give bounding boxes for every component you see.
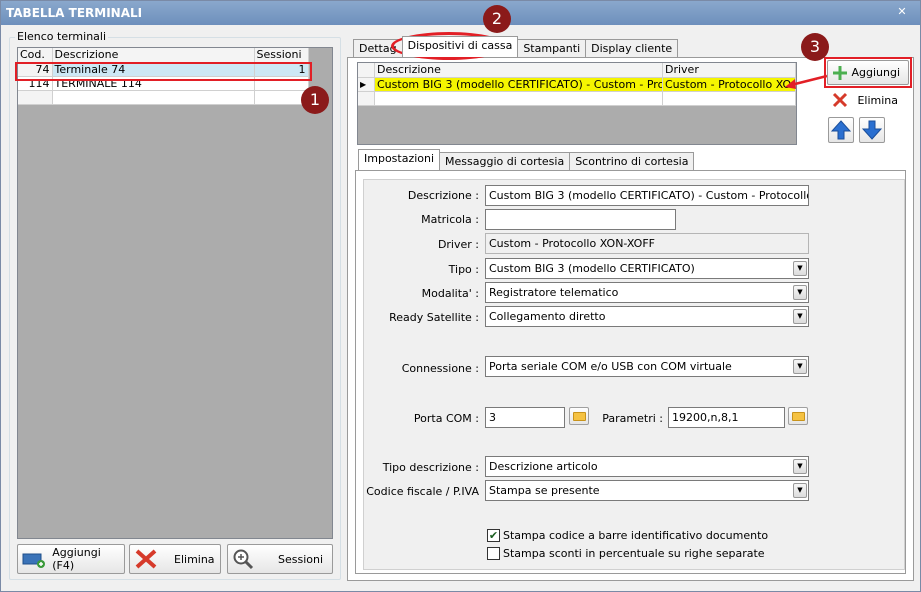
cell-empty[interactable] xyxy=(358,91,375,106)
delete-terminal-button[interactable]: Elimina xyxy=(129,544,221,574)
porta-com-label: Porta COM : xyxy=(413,412,479,425)
tab-impostazioni[interactable]: Impostazioni xyxy=(358,149,441,170)
add-terminal-button[interactable]: Aggiungi (F4) xyxy=(17,544,125,574)
devices-grid: Descrizione Driver ▶ Custom BIG 3 (model… xyxy=(357,62,797,145)
cell-driver[interactable]: Custom - Protocollo XO... xyxy=(662,77,796,92)
tipo-label: Tipo : xyxy=(448,263,479,276)
parametri-field[interactable]: 19200,n,8,1 xyxy=(668,407,785,428)
matricola-label: Matricola : xyxy=(421,213,479,226)
tipo-descrizione-select[interactable]: Descrizione articolo ▼ xyxy=(485,456,809,477)
sessions-label: Sessioni xyxy=(278,552,324,566)
cell-descrizione[interactable]: Custom BIG 3 (modello CERTIFICATO) - Cus… xyxy=(374,77,663,92)
dialog-window: TABELLA TERMINALI ✕ Elenco terminali Cod… xyxy=(0,0,921,592)
tipo-select[interactable]: Custom BIG 3 (modello CERTIFICATO) ▼ xyxy=(485,258,809,279)
ready-satellite-select[interactable]: Collegamento diretto ▼ xyxy=(485,306,809,327)
codice-fiscale-value: Stampa se presente xyxy=(489,484,600,497)
tipo-descrizione-label: Tipo descrizione : xyxy=(382,461,479,474)
terminals-grid: Cod. Descrizione Sessioni 74 Terminale 7… xyxy=(17,47,333,539)
descrizione-field[interactable]: Custom BIG 3 (modello CERTIFICATO) - Cus… xyxy=(485,185,809,206)
col-descrizione[interactable]: Descrizione xyxy=(52,48,255,63)
chevron-down-icon[interactable]: ▼ xyxy=(793,359,807,374)
title-bar: TABELLA TERMINALI ✕ xyxy=(1,1,920,25)
chevron-down-icon[interactable]: ▼ xyxy=(793,309,807,324)
cell-empty[interactable] xyxy=(254,90,309,105)
row-pointer-icon: ▶ xyxy=(358,77,375,92)
porta-com-field[interactable]: 3 xyxy=(485,407,565,428)
col-descrizione[interactable]: Descrizione xyxy=(374,63,663,78)
tipo-descrizione-value: Descrizione articolo xyxy=(489,460,598,473)
cell-empty[interactable] xyxy=(18,90,53,105)
chevron-down-icon[interactable]: ▼ xyxy=(793,483,807,498)
annotation-badge-2: 2 xyxy=(483,5,511,33)
checkbox-unchecked-icon[interactable] xyxy=(487,547,500,560)
modalita-value: Registratore telematico xyxy=(489,286,619,299)
window-title: TABELLA TERMINALI xyxy=(6,6,143,20)
delete-icon xyxy=(135,549,157,569)
cell-empty[interactable] xyxy=(662,91,796,106)
tab-dispositivi[interactable]: Dispositivi di cassa xyxy=(401,36,519,57)
ready-satellite-value: Collegamento diretto xyxy=(489,310,606,323)
arrow-up-icon xyxy=(831,120,851,140)
cell-empty[interactable] xyxy=(374,91,663,106)
col-sessioni[interactable]: Sessioni xyxy=(254,48,309,63)
terminals-group-label: Elenco terminali xyxy=(15,30,109,43)
col-cod[interactable]: Cod. xyxy=(18,48,53,63)
checkbox-checked-icon[interactable]: ✔ xyxy=(487,529,500,542)
tab-scontrino-cortesia[interactable]: Scontrino di cortesia xyxy=(569,152,695,170)
sconti-checkbox[interactable]: Stampa sconti in percentuale su righe se… xyxy=(487,547,765,560)
top-tabs: Dettag Dispositivi di cassa Stampanti Di… xyxy=(353,36,679,57)
delete-icon xyxy=(832,92,848,108)
annotation-badge-3: 3 xyxy=(801,33,829,61)
folder-icon[interactable] xyxy=(788,407,808,425)
table-row-new[interactable] xyxy=(18,90,309,105)
delete-device-button[interactable]: Elimina xyxy=(827,88,909,112)
annotation-rect-3 xyxy=(824,57,912,88)
barcode-checkbox[interactable]: ✔ Stampa codice a barre identificativo d… xyxy=(487,529,768,542)
add-terminal-label: Aggiungi (F4) xyxy=(52,546,101,572)
tipo-value: Custom BIG 3 (modello CERTIFICATO) xyxy=(489,262,695,275)
descrizione-label: Descrizione : xyxy=(407,189,479,202)
annotation-badge-1: 1 xyxy=(301,86,329,114)
tab-messaggio-cortesia[interactable]: Messaggio di cortesia xyxy=(439,152,571,170)
parametri-label: Parametri : xyxy=(602,412,663,425)
delete-terminal-label: Elimina xyxy=(174,552,215,566)
table-row-new[interactable] xyxy=(358,91,796,106)
connessione-value: Porta seriale COM e/o USB con COM virtua… xyxy=(489,360,732,373)
settings-tabs: Impostazioni Messaggio di cortesia Scont… xyxy=(358,149,695,170)
sconti-checkbox-label: Stampa sconti in percentuale su righe se… xyxy=(503,547,765,560)
annotation-rect-1 xyxy=(15,62,312,81)
chevron-down-icon[interactable]: ▼ xyxy=(793,285,807,300)
barcode-checkbox-label: Stampa codice a barre identificativo doc… xyxy=(503,529,769,542)
add-terminal-icon xyxy=(22,553,45,568)
sessions-button[interactable]: Sessioni xyxy=(227,544,333,574)
arrow-down-icon xyxy=(862,120,882,140)
move-up-button[interactable] xyxy=(828,117,854,143)
table-row[interactable]: ▶ Custom BIG 3 (modello CERTIFICATO) - C… xyxy=(358,77,796,92)
move-down-button[interactable] xyxy=(859,117,885,143)
col-indicator xyxy=(358,63,375,78)
chevron-down-icon[interactable]: ▼ xyxy=(793,261,807,276)
cell-empty[interactable] xyxy=(52,90,255,105)
tab-display-cliente[interactable]: Display cliente xyxy=(585,39,679,57)
modalita-label: Modalita' : xyxy=(421,287,479,300)
delete-device-label: Elimina xyxy=(857,93,898,107)
col-driver[interactable]: Driver xyxy=(662,63,796,78)
driver-label: Driver : xyxy=(437,238,479,251)
tab-stampanti[interactable]: Stampanti xyxy=(517,39,587,57)
driver-field: Custom - Protocollo XON-XOFF xyxy=(485,233,809,254)
codice-fiscale-select[interactable]: Stampa se presente ▼ xyxy=(485,480,809,501)
modalita-select[interactable]: Registratore telematico ▼ xyxy=(485,282,809,303)
connessione-label: Connessione : xyxy=(401,362,479,375)
connessione-select[interactable]: Porta seriale COM e/o USB con COM virtua… xyxy=(485,356,809,377)
codice-fiscale-label: Codice fiscale / P.IVA xyxy=(366,485,479,498)
ready-satellite-label: Ready Satellite : xyxy=(389,311,479,324)
matricola-field[interactable] xyxy=(485,209,676,230)
chevron-down-icon[interactable]: ▼ xyxy=(793,459,807,474)
magnifier-icon xyxy=(233,549,254,570)
close-icon[interactable]: ✕ xyxy=(894,4,910,20)
